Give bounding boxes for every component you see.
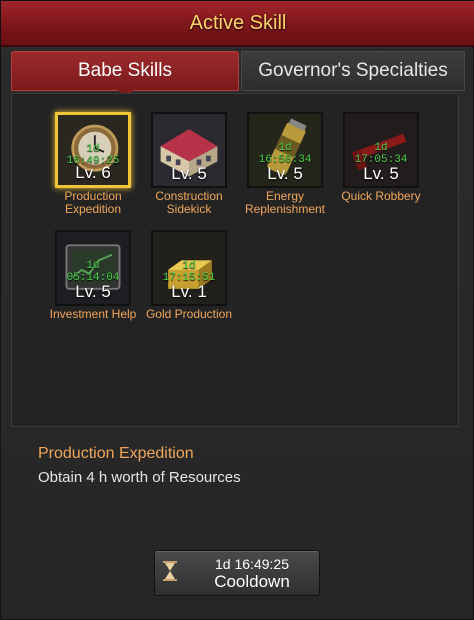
skill-name: Quick Robbery xyxy=(341,189,421,203)
skill-name: Production Expedition xyxy=(64,189,122,216)
skill-level: Lv. 6 xyxy=(75,163,111,182)
cooldown-text: 1d 16:49:25 Cooldown xyxy=(185,555,319,591)
skill-production-expedition[interactable]: 1d 16:49:25 Lv. 6 Production Expedition xyxy=(48,112,138,216)
skill-name: Gold Production xyxy=(145,307,233,321)
skill-icon-frame[interactable]: 1d 17:15:51 Lv. 1 xyxy=(151,230,227,306)
tab-governors-specialties[interactable]: Governor's Specialties xyxy=(241,51,465,91)
skill-investment-help[interactable]: 1d 05:14:04 Lv. 5 Investment Help xyxy=(48,230,138,321)
title-bar: Active Skill xyxy=(1,1,474,47)
skill-icon-frame[interactable]: 1d 17:05:34 Lv. 5 xyxy=(343,112,419,188)
skill-level: Lv. 5 xyxy=(363,164,399,183)
hourglass-icon xyxy=(155,560,185,586)
skill-icon-frame[interactable]: 1d 16:49:25 Lv. 6 xyxy=(55,112,131,188)
description-text: Obtain 4 h worth of Resources xyxy=(38,469,241,486)
skill-timer: 1d 17:05:34 xyxy=(354,142,408,166)
skill-gold-production[interactable]: 1d 17:15:51 Lv. 1 Gold Production xyxy=(144,230,234,321)
skill-description: Production Expedition Obtain 4 h worth o… xyxy=(38,445,241,486)
tab-babe-skills[interactable]: Babe Skills xyxy=(11,51,239,99)
skill-level: Lv. 5 xyxy=(267,164,303,183)
skill-name: Construction Sidekick xyxy=(155,189,223,216)
cooldown-button[interactable]: 1d 16:49:25 Cooldown xyxy=(154,550,320,596)
tab-bar: Babe Skills Governor's Specialties xyxy=(11,51,465,99)
skill-timer: 1d 05:14:04 xyxy=(66,260,120,284)
skill-energy-replenishment[interactable]: 1d 16:50:34 Lv. 5 Energy Replenishment xyxy=(240,112,330,216)
skill-quick-robbery[interactable]: 1d 17:05:34 Lv. 5 Quick Robbery xyxy=(336,112,426,203)
skill-timer: 1d 17:15:51 xyxy=(162,260,216,284)
skill-level: Lv. 5 xyxy=(171,164,207,183)
skill-level: Lv. 5 xyxy=(75,282,111,301)
cooldown-timer: 1d 16:49:25 xyxy=(215,556,289,572)
skill-timer: 1d 16:50:34 xyxy=(258,142,312,166)
skill-level: Lv. 1 xyxy=(171,282,207,301)
skill-icon-frame[interactable]: 1d 16:50:34 Lv. 5 xyxy=(247,112,323,188)
cooldown-label: Cooldown xyxy=(214,572,290,591)
skills-panel: 1d 16:49:25 Lv. 6 Production Expedition xyxy=(11,93,459,427)
skill-construction-sidekick[interactable]: Lv. 5 Construction Sidekick xyxy=(144,112,234,216)
active-skill-window: Active Skill Babe Skills Governor's Spec… xyxy=(0,0,474,620)
description-title: Production Expedition xyxy=(38,445,194,462)
window-title: Active Skill xyxy=(189,11,287,34)
skill-name: Investment Help xyxy=(49,307,137,321)
skill-name: Energy Replenishment xyxy=(244,189,326,216)
skill-icon-frame[interactable]: 1d 05:14:04 Lv. 5 xyxy=(55,230,131,306)
skill-icon-frame[interactable]: Lv. 5 xyxy=(151,112,227,188)
